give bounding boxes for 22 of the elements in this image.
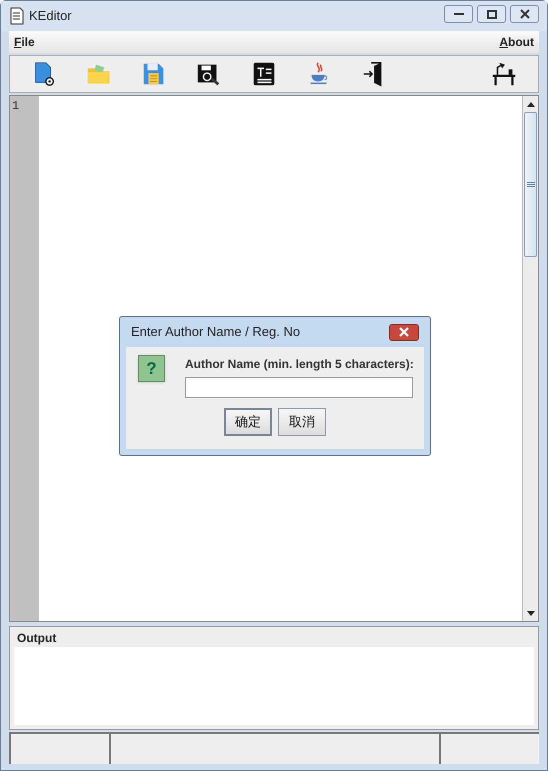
menu-item[interactable]: File bbox=[14, 33, 35, 51]
dialog-button[interactable]: 确定 bbox=[224, 408, 272, 436]
minimize-icon bbox=[454, 13, 464, 15]
dialog-button[interactable]: 取消 bbox=[278, 408, 326, 436]
scroll-thumb[interactable] bbox=[524, 112, 537, 257]
scroll-bar[interactable] bbox=[522, 96, 538, 621]
dialog-title: Enter Author Name / Reg. No bbox=[131, 323, 300, 342]
close-button[interactable] bbox=[389, 324, 419, 340]
minimize-button[interactable] bbox=[444, 5, 473, 23]
line-number: 1 bbox=[12, 99, 20, 113]
app-icon bbox=[9, 7, 25, 25]
prompt-label: Author Name (min. length 5 characters): bbox=[185, 356, 414, 373]
close-icon bbox=[398, 327, 410, 337]
menu-item[interactable]: About bbox=[499, 33, 534, 51]
question-icon: ? bbox=[138, 355, 165, 382]
close-button[interactable] bbox=[510, 5, 539, 23]
maximize-icon bbox=[486, 10, 496, 18]
maximize-button[interactable] bbox=[477, 5, 506, 23]
window-title: KEditor bbox=[29, 7, 72, 26]
close-icon bbox=[520, 9, 530, 19]
input-field[interactable] bbox=[185, 377, 413, 398]
output-title: Output bbox=[16, 630, 58, 647]
